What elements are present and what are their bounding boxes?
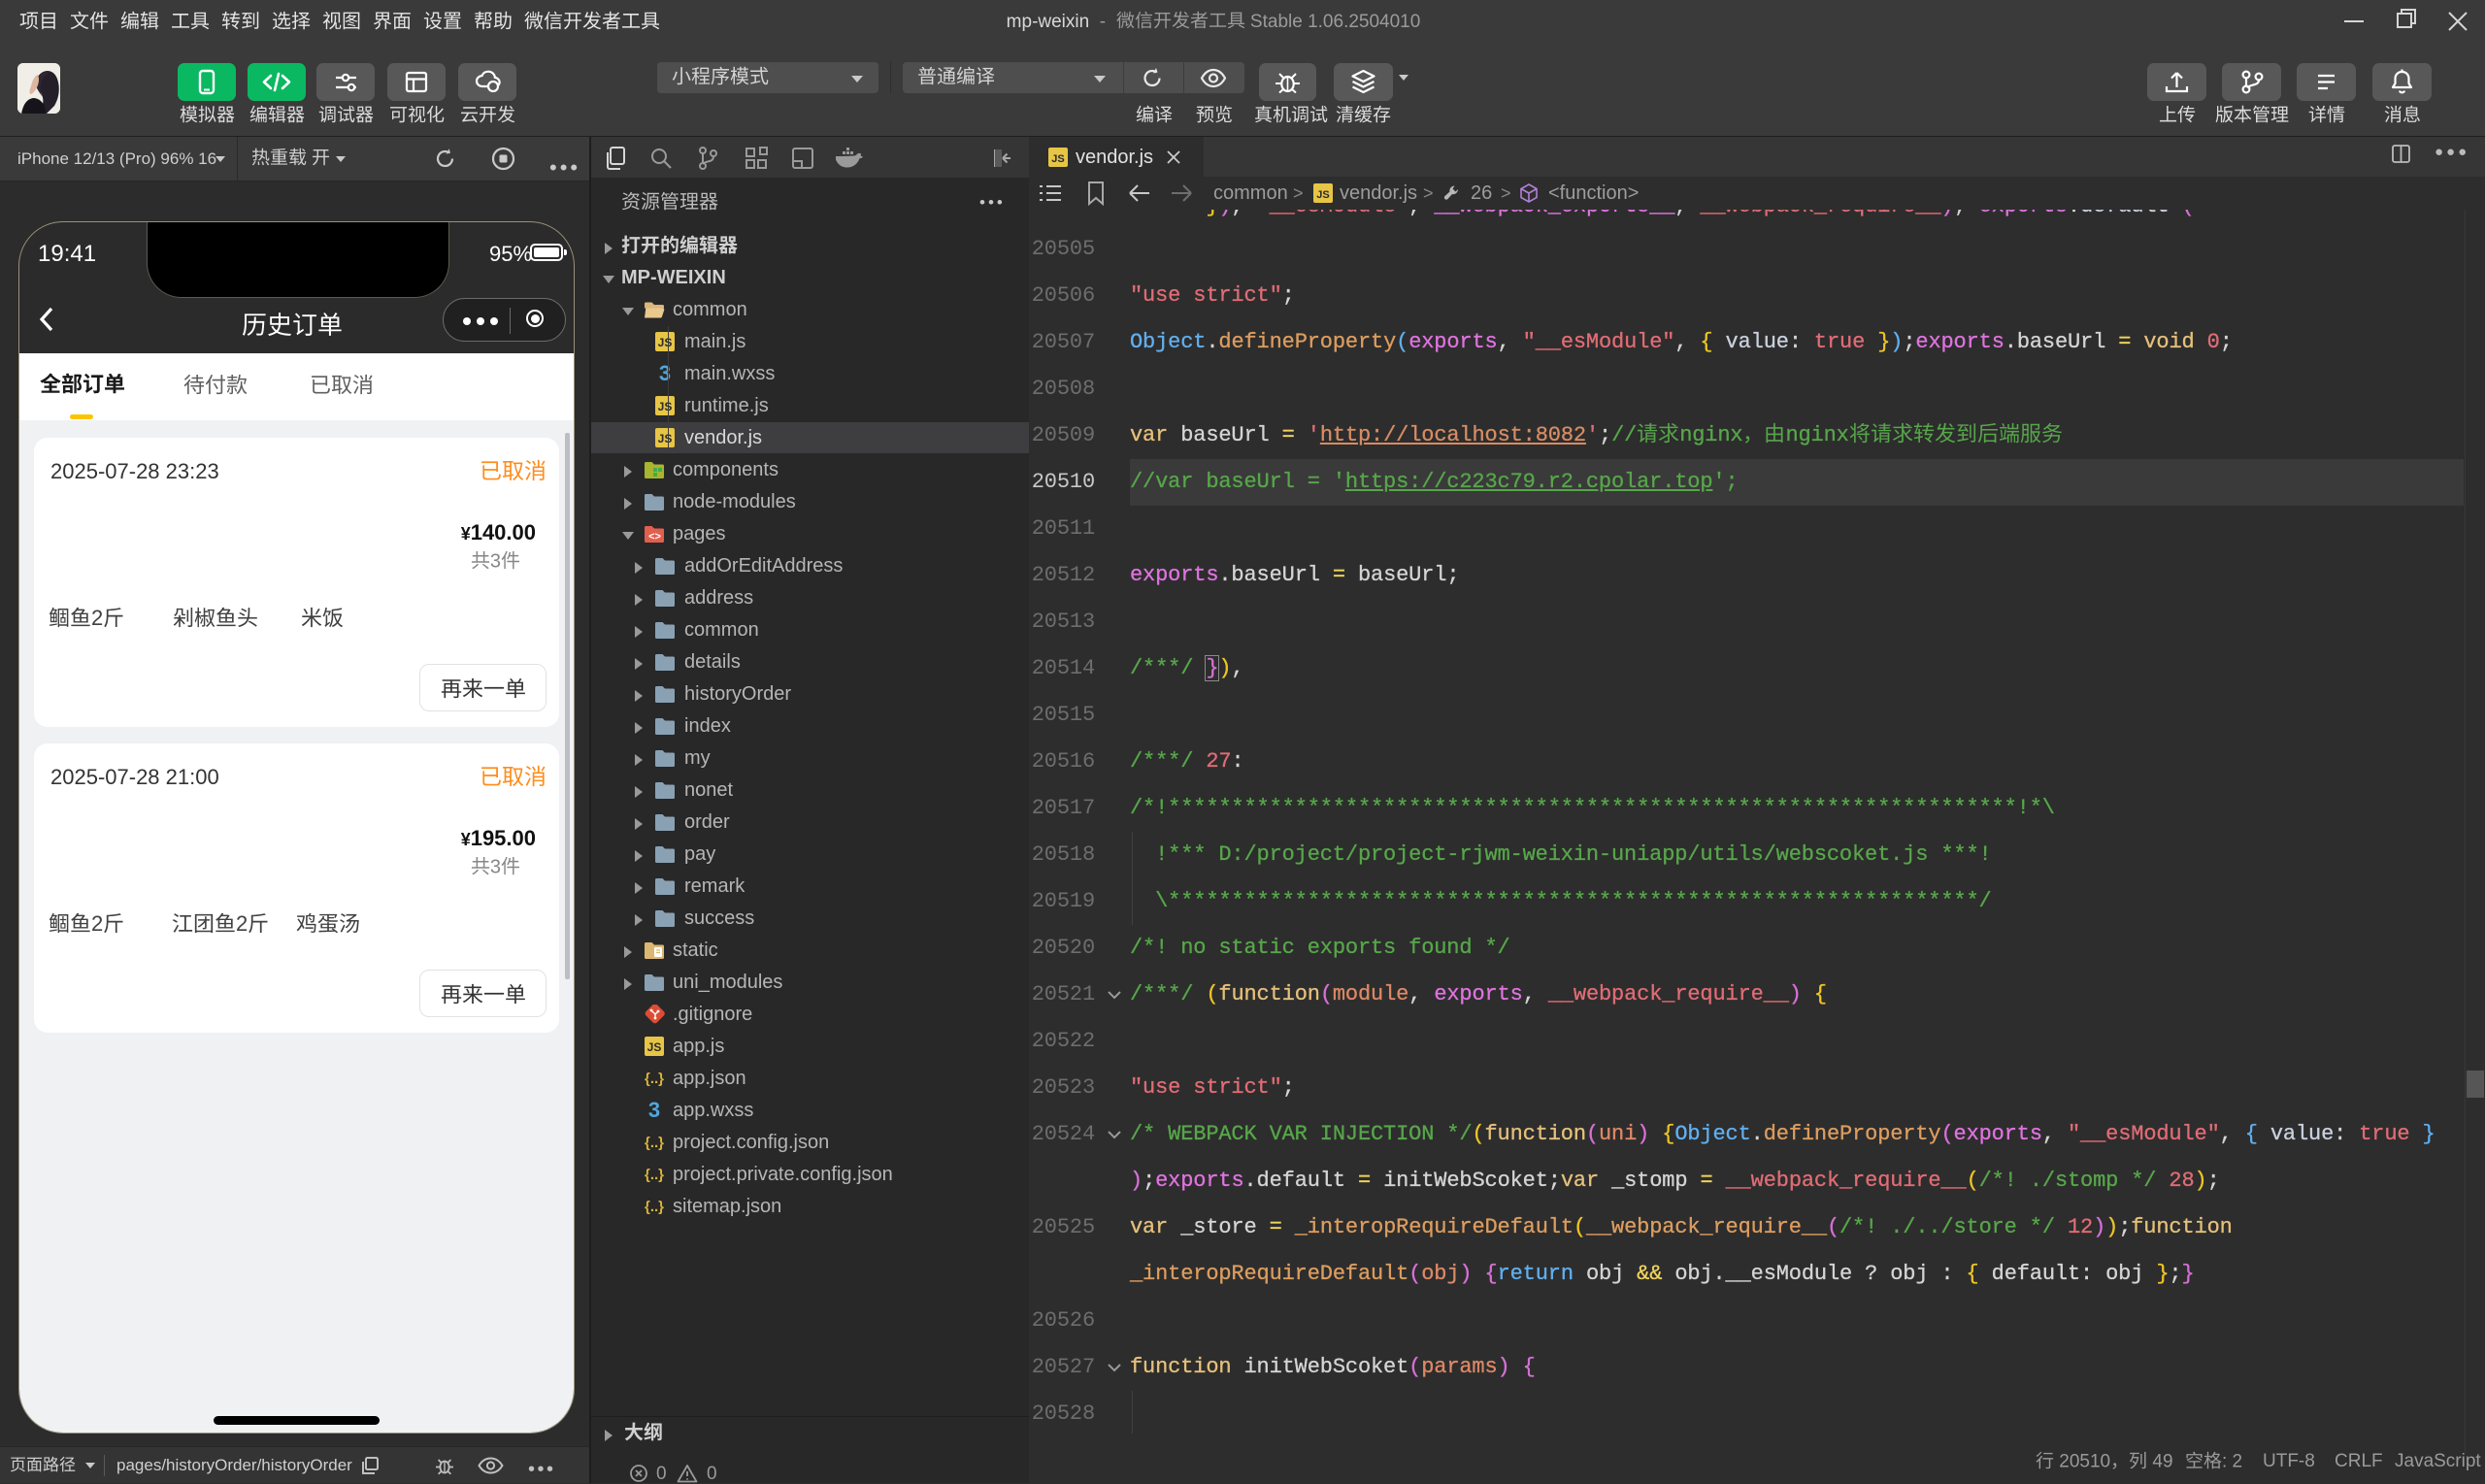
svg-text:3: 3: [659, 364, 671, 383]
svg-text:{..}: {..}: [645, 1071, 664, 1087]
svg-text:JS: JS: [658, 432, 673, 445]
svg-text:JS: JS: [658, 400, 673, 413]
svg-text:JS: JS: [1316, 189, 1329, 201]
svg-text:3: 3: [648, 1101, 660, 1120]
svg-text:<>: <>: [648, 531, 661, 543]
svg-text:JS: JS: [658, 336, 673, 349]
svg-text:{..}: {..}: [645, 1199, 664, 1215]
svg-text:JS: JS: [647, 1040, 662, 1054]
svg-text:{..}: {..}: [645, 1135, 664, 1151]
svg-text:{..}: {..}: [645, 1167, 664, 1183]
